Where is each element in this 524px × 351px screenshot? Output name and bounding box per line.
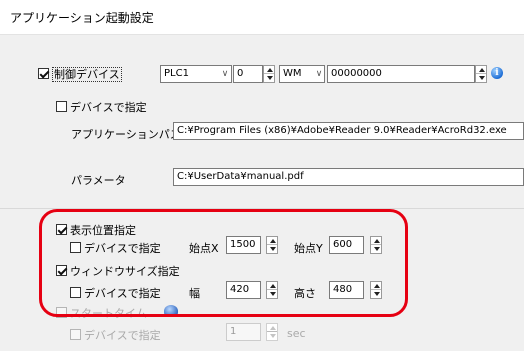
chevron-down-icon[interactable]: ∨ — [219, 66, 231, 82]
control-device-specify-checkbox[interactable] — [56, 101, 67, 112]
station-input[interactable]: 0 — [233, 65, 263, 83]
parameter-value: C:¥UserData¥manual.pdf — [177, 171, 304, 182]
device-address-value: 00000000 — [331, 68, 382, 79]
info-icon[interactable]: i — [491, 67, 503, 79]
title-divider — [0, 34, 524, 35]
start-time-spinner[interactable] — [266, 323, 278, 341]
start-time-unit: sec — [287, 327, 306, 340]
start-time-value: 1 — [230, 326, 237, 337]
control-device-specify-label: デバイスで指定 — [70, 101, 147, 114]
app-path-input[interactable]: C:¥Program Files (x86)¥Adobe¥Reader 9.0¥… — [173, 122, 524, 140]
control-device-label[interactable]: 制御デバイス — [52, 66, 122, 82]
device-type-value: WM — [283, 68, 302, 79]
station-input-value: 0 — [237, 68, 244, 79]
start-time-specify-checkbox[interactable] — [70, 329, 81, 340]
station-spinner[interactable] — [263, 65, 275, 83]
chevron-down-icon[interactable]: ∨ — [313, 66, 325, 82]
device-address-input[interactable]: 00000000 — [327, 65, 475, 83]
plc-select-value: PLC1 — [164, 68, 189, 79]
control-device-label-text: 制御デバイス — [52, 67, 122, 82]
parameter-label: パラメータ — [71, 174, 126, 187]
control-device-checkbox[interactable] — [38, 68, 49, 79]
highlight-annotation — [39, 209, 408, 317]
parameter-input[interactable]: C:¥UserData¥manual.pdf — [173, 168, 524, 186]
start-time-input[interactable]: 1 — [226, 323, 261, 341]
device-address-spinner[interactable] — [475, 65, 487, 83]
app-path-value: C:¥Program Files (x86)¥Adobe¥Reader 9.0¥… — [177, 125, 507, 136]
app-path-label: アプリケーションパス — [71, 128, 181, 141]
start-time-specify-label: デバイスで指定 — [84, 329, 161, 342]
window-title: アプリケーション起動設定 — [10, 11, 154, 25]
